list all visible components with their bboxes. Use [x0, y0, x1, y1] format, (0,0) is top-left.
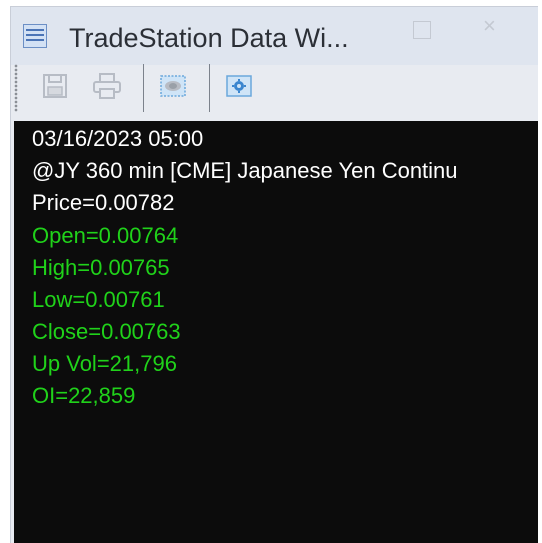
- low-value: Low=0.00761: [32, 287, 165, 312]
- up-vol-value: Up Vol=21,796: [32, 351, 177, 376]
- toolbar-grip-icon[interactable]: [14, 64, 18, 112]
- print-icon: [93, 73, 121, 99]
- open-value: Open=0.00764: [32, 223, 179, 248]
- save-icon: [43, 74, 67, 98]
- datetime-label: 03/16/2023 05:00: [32, 126, 204, 151]
- settings-button[interactable]: [224, 70, 254, 102]
- close-button[interactable]: ×: [483, 15, 496, 37]
- price-value: Price=0.00782: [32, 190, 175, 215]
- symbol-label: @JY 360 min [CME] Japanese Yen Continu: [32, 158, 458, 183]
- title-bar[interactable]: TradeStation Data Wi... ×: [11, 7, 538, 65]
- settings-icon: [226, 75, 252, 97]
- maximize-button[interactable]: [413, 21, 431, 39]
- close-value: Close=0.00763: [32, 319, 181, 344]
- window-title: TradeStation Data Wi...: [69, 23, 349, 53]
- view-button[interactable]: [158, 70, 188, 102]
- data-window-app-icon: [23, 24, 47, 48]
- high-value: High=0.00765: [32, 255, 170, 280]
- oi-value: OI=22,859: [32, 383, 136, 408]
- view-icon: [160, 75, 186, 97]
- toolbar-separator: [143, 64, 144, 112]
- toolbar-separator: [209, 64, 210, 112]
- print-button[interactable]: [92, 70, 122, 102]
- save-button[interactable]: [40, 70, 70, 102]
- data-display: 03/16/2023 05:00 @JY 360 min [CME] Japan…: [14, 121, 538, 543]
- toolbar: [11, 65, 538, 121]
